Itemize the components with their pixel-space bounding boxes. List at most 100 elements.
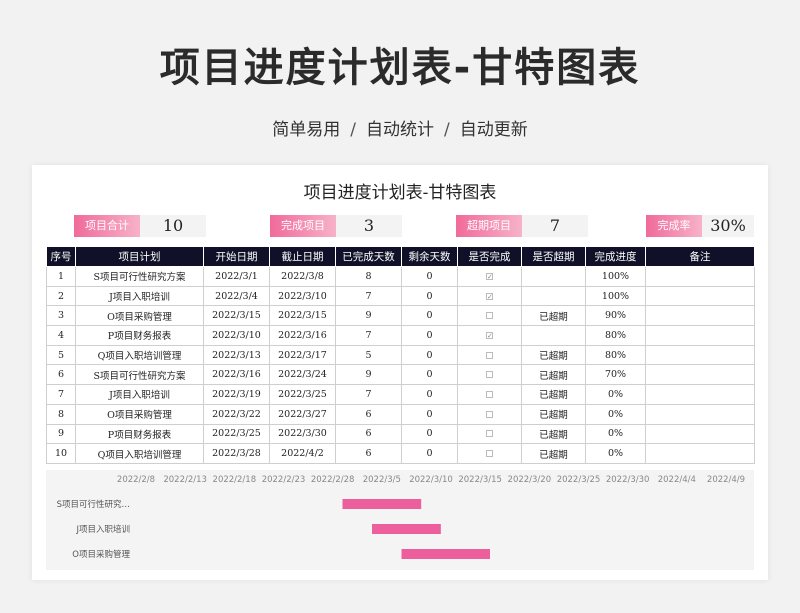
- cell-plan[interactable]: S项目可行性研究方案: [75, 266, 204, 287]
- cell-end[interactable]: 2022/3/25: [269, 384, 336, 405]
- cell-progress[interactable]: 0%: [585, 384, 646, 405]
- cell-start[interactable]: 2022/3/19: [203, 384, 270, 405]
- cell-remain[interactable]: 0: [401, 305, 458, 327]
- cell-note[interactable]: [645, 403, 755, 425]
- complete-checkbox[interactable]: [486, 371, 493, 379]
- cell-done[interactable]: 6: [335, 443, 402, 464]
- stat-value[interactable]: 3: [336, 215, 402, 237]
- complete-checkbox[interactable]: ✓: [486, 272, 493, 280]
- stat-value[interactable]: 7: [522, 215, 588, 237]
- complete-checkbox[interactable]: [486, 450, 493, 458]
- cell-overdue[interactable]: 已超期: [521, 403, 586, 425]
- cell-note[interactable]: [645, 423, 755, 445]
- cell-remain[interactable]: 0: [401, 344, 458, 366]
- cell-complete[interactable]: [457, 344, 522, 366]
- complete-checkbox[interactable]: [486, 351, 493, 359]
- cell-remain[interactable]: 0: [401, 443, 458, 464]
- cell-complete[interactable]: ✓: [457, 325, 522, 346]
- cell-overdue[interactable]: 已超期: [521, 305, 586, 327]
- cell-progress[interactable]: 100%: [585, 285, 646, 307]
- cell-overdue[interactable]: 已超期: [521, 423, 586, 445]
- cell-note[interactable]: [645, 364, 755, 386]
- cell-start[interactable]: 2022/3/15: [203, 305, 270, 327]
- cell-progress[interactable]: 0%: [585, 443, 646, 464]
- cell-progress[interactable]: 0%: [585, 403, 646, 425]
- cell-plan[interactable]: Q项目入职培训管理: [75, 443, 204, 464]
- cell-start[interactable]: 2022/3/22: [203, 403, 270, 425]
- cell-note[interactable]: [645, 305, 755, 327]
- cell-overdue[interactable]: [521, 266, 586, 287]
- cell-remain[interactable]: 0: [401, 423, 458, 445]
- cell-plan[interactable]: O项目采购管理: [75, 305, 204, 327]
- cell-end[interactable]: 2022/3/8: [269, 266, 336, 287]
- cell-end[interactable]: 2022/3/10: [269, 285, 336, 307]
- stat-value[interactable]: 10: [140, 215, 206, 237]
- cell-plan[interactable]: J项目入职培训: [75, 384, 204, 405]
- cell-plan[interactable]: Q项目入职培训管理: [75, 344, 204, 366]
- cell-done[interactable]: 7: [335, 325, 402, 346]
- cell-remain[interactable]: 0: [401, 403, 458, 425]
- cell-plan[interactable]: P项目财务报表: [75, 325, 204, 346]
- cell-no[interactable]: 9: [46, 423, 76, 445]
- cell-complete[interactable]: [457, 443, 522, 464]
- cell-overdue[interactable]: [521, 325, 586, 346]
- cell-progress[interactable]: 100%: [585, 266, 646, 287]
- cell-note[interactable]: [645, 384, 755, 405]
- cell-no[interactable]: 1: [46, 266, 76, 287]
- cell-done[interactable]: 6: [335, 403, 402, 425]
- cell-plan[interactable]: O项目采购管理: [75, 403, 204, 425]
- cell-overdue[interactable]: [521, 285, 586, 307]
- complete-checkbox[interactable]: ✓: [486, 331, 493, 339]
- complete-checkbox[interactable]: [486, 430, 493, 438]
- cell-start[interactable]: 2022/3/25: [203, 423, 270, 445]
- cell-remain[interactable]: 0: [401, 325, 458, 346]
- complete-checkbox[interactable]: [486, 312, 493, 320]
- complete-checkbox[interactable]: [486, 390, 493, 398]
- cell-note[interactable]: [645, 443, 755, 464]
- cell-end[interactable]: 2022/3/24: [269, 364, 336, 386]
- cell-overdue[interactable]: 已超期: [521, 364, 586, 386]
- cell-complete[interactable]: ✓: [457, 266, 522, 287]
- cell-remain[interactable]: 0: [401, 384, 458, 405]
- cell-note[interactable]: [645, 285, 755, 307]
- cell-start[interactable]: 2022/3/1: [203, 266, 270, 287]
- cell-complete[interactable]: [457, 423, 522, 445]
- cell-no[interactable]: 5: [46, 344, 76, 366]
- cell-overdue[interactable]: 已超期: [521, 344, 586, 366]
- cell-complete[interactable]: [457, 305, 522, 327]
- cell-done[interactable]: 9: [335, 305, 402, 327]
- cell-end[interactable]: 2022/4/2: [269, 443, 336, 464]
- cell-complete[interactable]: [457, 384, 522, 405]
- cell-start[interactable]: 2022/3/13: [203, 344, 270, 366]
- cell-end[interactable]: 2022/3/27: [269, 403, 336, 425]
- complete-checkbox[interactable]: [486, 410, 493, 418]
- cell-start[interactable]: 2022/3/16: [203, 364, 270, 386]
- cell-done[interactable]: 7: [335, 384, 402, 405]
- cell-start[interactable]: 2022/3/4: [203, 285, 270, 307]
- cell-no[interactable]: 10: [46, 443, 76, 464]
- cell-done[interactable]: 6: [335, 423, 402, 445]
- cell-note[interactable]: [645, 266, 755, 287]
- cell-no[interactable]: 7: [46, 384, 76, 405]
- cell-done[interactable]: 9: [335, 364, 402, 386]
- cell-plan[interactable]: P项目财务报表: [75, 423, 204, 445]
- cell-progress[interactable]: 70%: [585, 364, 646, 386]
- complete-checkbox[interactable]: ✓: [486, 292, 493, 300]
- cell-end[interactable]: 2022/3/15: [269, 305, 336, 327]
- cell-done[interactable]: 8: [335, 266, 402, 287]
- cell-remain[interactable]: 0: [401, 285, 458, 307]
- cell-no[interactable]: 4: [46, 325, 76, 346]
- cell-note[interactable]: [645, 325, 755, 346]
- cell-done[interactable]: 7: [335, 285, 402, 307]
- cell-no[interactable]: 2: [46, 285, 76, 307]
- cell-no[interactable]: 6: [46, 364, 76, 386]
- cell-end[interactable]: 2022/3/30: [269, 423, 336, 445]
- cell-overdue[interactable]: 已超期: [521, 384, 586, 405]
- cell-end[interactable]: 2022/3/17: [269, 344, 336, 366]
- cell-no[interactable]: 3: [46, 305, 76, 327]
- cell-progress[interactable]: 80%: [585, 344, 646, 366]
- cell-start[interactable]: 2022/3/28: [203, 443, 270, 464]
- stat-value[interactable]: 30%: [702, 215, 754, 237]
- cell-plan[interactable]: J项目入职培训: [75, 285, 204, 307]
- cell-progress[interactable]: 0%: [585, 423, 646, 445]
